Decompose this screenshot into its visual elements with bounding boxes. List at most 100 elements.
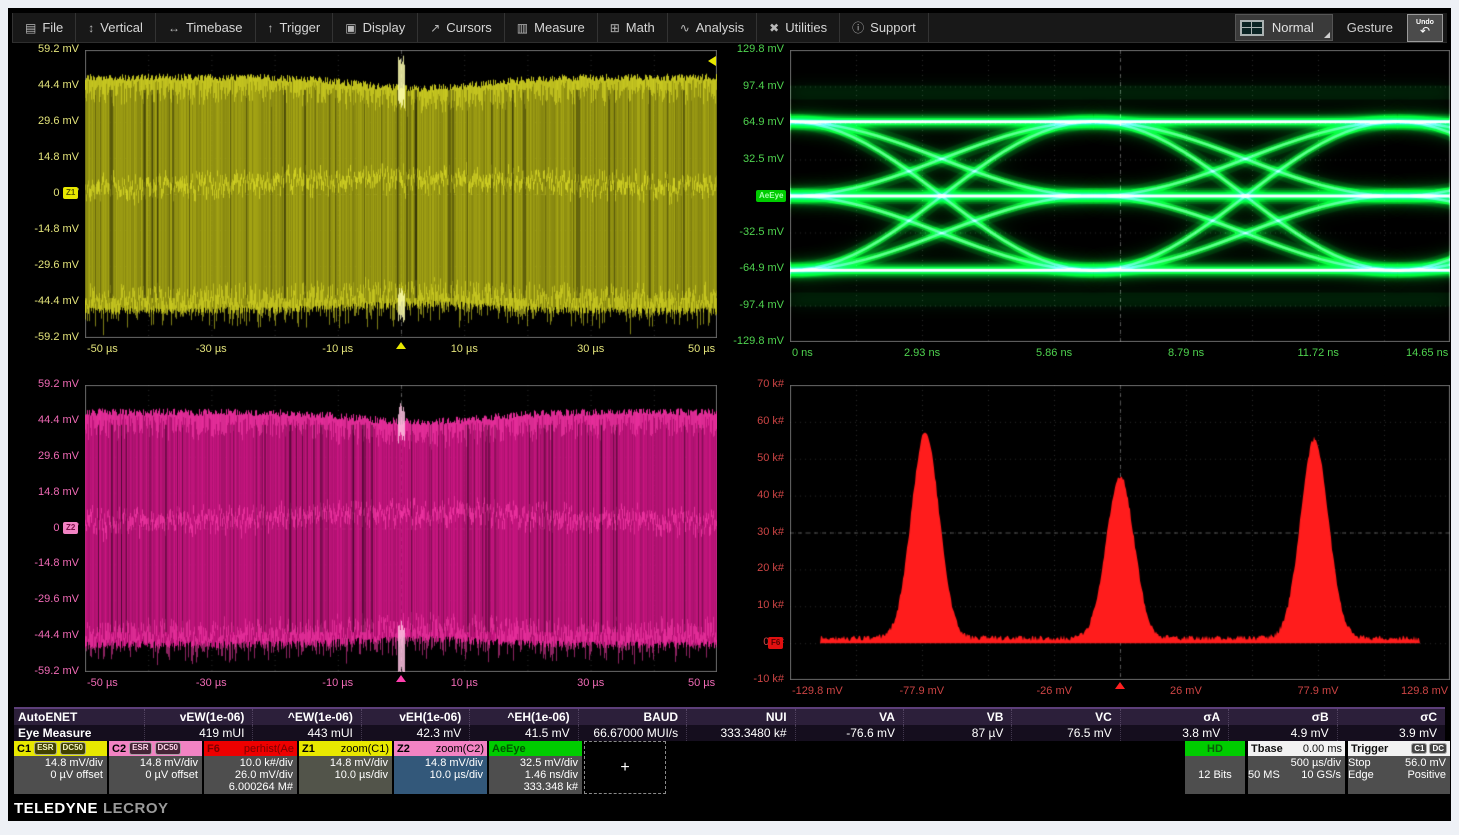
measure-col-value-1[interactable]: 443 mUI bbox=[252, 725, 360, 741]
z1-waveform-canvas[interactable] bbox=[85, 50, 717, 338]
measurement-table[interactable]: AutoENET vEW(1e-06)^EW(1e-06)vEH(1e-06)^… bbox=[14, 707, 1445, 741]
trigger-level-marker[interactable] bbox=[708, 56, 716, 66]
menu-support[interactable]: ⓘSupport bbox=[840, 13, 929, 42]
trigger-status-box[interactable]: Trigger C1DC Stop 56.0 mV Edge Positive bbox=[1348, 741, 1450, 794]
descriptor-z1[interactable]: Z1zoom(C1)14.8 mV/div10.0 µs/div bbox=[299, 741, 392, 794]
xtick-z2: -50 µs bbox=[87, 677, 118, 689]
undo-button[interactable]: Undo ↶ bbox=[1407, 14, 1443, 42]
measure-col-header-2[interactable]: vEH(1e-06) bbox=[361, 709, 469, 725]
measure-col-header-0[interactable]: vEW(1e-06) bbox=[144, 709, 252, 725]
z1-trigger-time-marker[interactable] bbox=[396, 342, 406, 349]
z2-trigger-time-marker[interactable] bbox=[396, 675, 406, 682]
descriptor-z1-details: 14.8 mV/div10.0 µs/div bbox=[299, 756, 392, 794]
histogram-canvas[interactable] bbox=[790, 385, 1450, 680]
display-grid-mode-button[interactable]: Normal bbox=[1235, 14, 1333, 41]
menu-bar: ▤File↕Vertical↔Timebase↑Trigger▣Display↗… bbox=[12, 13, 1447, 43]
add-trace-button[interactable]: + bbox=[584, 741, 666, 794]
descriptor-c1-details: 14.8 mV/div0 µV offset bbox=[14, 756, 107, 794]
aeeye-offset-indicator[interactable]: AeEye bbox=[756, 190, 786, 202]
trigger-slope: Positive bbox=[1407, 769, 1446, 781]
measure-col-header-10[interactable]: σB bbox=[1228, 709, 1336, 725]
menu-measure[interactable]: ▥Measure bbox=[505, 13, 598, 42]
measure-col-header-7[interactable]: VB bbox=[903, 709, 1011, 725]
panel-eye-diagram[interactable] bbox=[790, 50, 1450, 342]
descriptor-aeeye[interactable]: AeEye32.5 mV/div1.46 ns/div333.348 k# bbox=[489, 741, 582, 794]
z1-offset-indicator[interactable]: Z1 bbox=[63, 187, 78, 199]
timebase-status-box[interactable]: Tbase 0.00 ms 500 µs/div 50 MS 10 GS/s bbox=[1248, 741, 1345, 794]
panel-z1-waveform[interactable] bbox=[85, 50, 717, 338]
descriptor-z2[interactable]: Z2zoom(C2)14.8 mV/div10.0 µs/div bbox=[394, 741, 487, 794]
menu-vertical[interactable]: ↕Vertical bbox=[76, 13, 156, 42]
measure-col-value-0[interactable]: 419 mUI bbox=[144, 725, 252, 741]
measure-icon: ▥ bbox=[517, 21, 528, 35]
menu-analysis[interactable]: ∿Analysis bbox=[668, 13, 757, 42]
descriptor-z1-line-1: 10.0 µs/div bbox=[299, 769, 388, 781]
measure-col-value-10[interactable]: 4.9 mV bbox=[1228, 725, 1336, 741]
brand-teledyne: TELEDYNE bbox=[14, 800, 98, 817]
descriptor-f6[interactable]: F6perhist(Ae10.0 k#/div26.0 mV/div6.0002… bbox=[204, 741, 297, 794]
ytick-eye: -32.5 mV bbox=[718, 226, 784, 238]
eye-diagram-canvas[interactable] bbox=[790, 50, 1450, 342]
descriptor-c2-line-0: 14.8 mV/div bbox=[109, 757, 198, 769]
descriptor-z1-header: Z1zoom(C1) bbox=[299, 741, 392, 756]
measure-col-header-8[interactable]: VC bbox=[1011, 709, 1119, 725]
ytick-z2: 29.6 mV bbox=[13, 450, 79, 462]
measure-col-value-5[interactable]: 333.3480 k# bbox=[686, 725, 794, 741]
measure-col-header-5[interactable]: NUI bbox=[686, 709, 794, 725]
measure-col-header-4[interactable]: BAUD bbox=[578, 709, 686, 725]
trigger-icon: ↑ bbox=[268, 21, 274, 35]
measure-col-header-3[interactable]: ^EH(1e-06) bbox=[469, 709, 577, 725]
z2-waveform-canvas[interactable] bbox=[85, 385, 717, 672]
measure-col-value-3[interactable]: 41.5 mV bbox=[469, 725, 577, 741]
measure-col-header-6[interactable]: VA bbox=[795, 709, 903, 725]
measure-col-value-4[interactable]: 66.67000 MUI/s bbox=[578, 725, 686, 741]
f6-offset-indicator[interactable]: F6 bbox=[768, 637, 783, 649]
hd-status-box[interactable]: HD 12 Bits bbox=[1185, 741, 1245, 794]
measure-col-header-11[interactable]: σC bbox=[1337, 709, 1445, 725]
ytick-z1: -29.6 mV bbox=[13, 259, 79, 271]
measure-col-header-9[interactable]: σA bbox=[1120, 709, 1228, 725]
panel-z2-waveform[interactable] bbox=[85, 385, 717, 672]
z2-offset-indicator[interactable]: Z2 bbox=[63, 522, 78, 534]
xtick-z1: -10 µs bbox=[322, 343, 353, 355]
xtick-eye: 2.93 ns bbox=[904, 347, 940, 359]
measure-col-value-2[interactable]: 42.3 mV bbox=[361, 725, 469, 741]
dropdown-corner-icon bbox=[1324, 32, 1330, 38]
menu-utilities[interactable]: ✖Utilities bbox=[757, 13, 840, 42]
ytick-z1: -59.2 mV bbox=[13, 331, 79, 343]
menu-timebase[interactable]: ↔Timebase bbox=[156, 13, 256, 42]
menu-file[interactable]: ▤File bbox=[12, 13, 76, 42]
descriptor-c1-header: C1ESRDC50 bbox=[14, 741, 107, 756]
descriptor-c1[interactable]: C1ESRDC5014.8 mV/div0 µV offset bbox=[14, 741, 107, 794]
tbase-samplerate: 10 GS/s bbox=[1301, 769, 1341, 781]
descriptor-aeeye-line-1: 1.46 ns/div bbox=[489, 769, 578, 781]
panel-histogram[interactable] bbox=[790, 385, 1450, 680]
histogram-center-marker[interactable] bbox=[1115, 682, 1125, 689]
descriptor-f6-header: F6perhist(Ae bbox=[204, 741, 297, 756]
measure-col-value-9[interactable]: 3.8 mV bbox=[1120, 725, 1228, 741]
ytick-eye: -64.9 mV bbox=[718, 262, 784, 274]
ytick-z2: -14.8 mV bbox=[13, 557, 79, 569]
menu-cursors-label: Cursors bbox=[446, 20, 492, 35]
descriptor-z2-line-0: 14.8 mV/div bbox=[394, 757, 483, 769]
xtick-hist: 77.9 mV bbox=[1298, 685, 1339, 697]
brand-logo: TELEDYNE LECROY bbox=[14, 797, 169, 819]
menu-utilities-label: Utilities bbox=[785, 20, 827, 35]
ytick-z2: 14.8 mV bbox=[13, 486, 79, 498]
analysis-icon: ∿ bbox=[680, 21, 690, 35]
measure-col-value-7[interactable]: 87 µV bbox=[903, 725, 1011, 741]
xtick-z1: -50 µs bbox=[87, 343, 118, 355]
menu-math[interactable]: ⊞Math bbox=[598, 13, 668, 42]
menu-trigger[interactable]: ↑Trigger bbox=[256, 13, 334, 42]
menu-cursors[interactable]: ↗Cursors bbox=[418, 13, 505, 42]
descriptor-c2-header: C2ESRDC50 bbox=[109, 741, 202, 756]
measure-col-value-8[interactable]: 76.5 mV bbox=[1011, 725, 1119, 741]
descriptor-f6-line-0: 10.0 k#/div bbox=[204, 757, 293, 769]
descriptor-c2-badge-dc50: DC50 bbox=[155, 742, 181, 754]
measure-col-value-6[interactable]: -76.6 mV bbox=[795, 725, 903, 741]
descriptor-c2[interactable]: C2ESRDC5014.8 mV/div0 µV offset bbox=[109, 741, 202, 794]
measure-col-value-11[interactable]: 3.9 mV bbox=[1337, 725, 1445, 741]
menu-display[interactable]: ▣Display bbox=[333, 13, 418, 42]
ytick-z1: -44.4 mV bbox=[13, 295, 79, 307]
measure-col-header-1[interactable]: ^EW(1e-06) bbox=[252, 709, 360, 725]
